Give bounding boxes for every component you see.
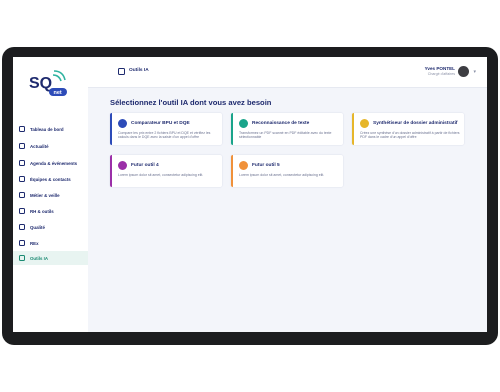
card-accent-bar bbox=[231, 113, 233, 145]
sidebar-item-rh[interactable]: RH & outils bbox=[13, 204, 88, 218]
sidebar-item-label: Agenda & événements bbox=[30, 160, 78, 166]
tool-card-reconnaissance[interactable]: Reconnaissance de texte Transformez un P… bbox=[231, 113, 343, 145]
user-name: Yves PONTEL bbox=[424, 66, 455, 71]
card-description: Transformez un PDF scanné en PDF éditabl… bbox=[239, 131, 332, 140]
sidebar-item-label: Actualité bbox=[30, 143, 49, 149]
card-accent-bar bbox=[110, 155, 112, 187]
quality-icon bbox=[19, 224, 25, 230]
card-description: Créez une synthèse d'un dossier administ… bbox=[360, 131, 460, 140]
sqnet-logo[interactable]: SQ net bbox=[25, 67, 71, 101]
main-content: Outils IA Yves PONTEL Chargé d'affaires … bbox=[88, 57, 487, 332]
sidebar-item-qualite[interactable]: Qualité bbox=[13, 220, 88, 234]
calendar-icon bbox=[19, 160, 25, 166]
text-recognition-icon bbox=[239, 119, 248, 128]
page-title: Outils IA bbox=[129, 68, 149, 73]
feedback-icon bbox=[19, 240, 25, 246]
sidebar-item-agenda[interactable]: Agenda & événements bbox=[13, 156, 88, 170]
news-icon bbox=[19, 143, 25, 149]
sidebar-item-label: Tableau de bord bbox=[30, 126, 64, 132]
dashboard-icon bbox=[19, 126, 25, 132]
future-tool-icon bbox=[118, 161, 127, 170]
tool-card-futur-4[interactable]: Futur outil 4 Lorem ipsum dolor sit amet… bbox=[110, 155, 222, 187]
team-icon bbox=[19, 176, 25, 182]
sidebar-item-equipes[interactable]: Équipes & contacts bbox=[13, 172, 88, 186]
card-description: Lorem ipsum dolor sit amet, consectetur … bbox=[239, 173, 325, 177]
sidebar-item-label: Qualité bbox=[30, 224, 45, 230]
svg-text:SQ: SQ bbox=[29, 75, 52, 92]
top-bar: Outils IA Yves PONTEL Chargé d'affaires … bbox=[88, 57, 487, 88]
document-summary-icon bbox=[360, 119, 369, 128]
sidebar-item-label: Métier & veille bbox=[30, 192, 60, 198]
card-description: Lorem ipsum dolor sit amet, consectetur … bbox=[118, 173, 204, 177]
sidebar-item-metier[interactable]: Métier & veille bbox=[13, 188, 88, 202]
card-accent-bar bbox=[110, 113, 112, 145]
future-tool-icon bbox=[239, 161, 248, 170]
compare-icon bbox=[118, 119, 127, 128]
briefcase-icon bbox=[19, 192, 25, 198]
tool-card-comparateur[interactable]: Comparateur BPU et DQE Compare les prix … bbox=[110, 113, 222, 145]
chevron-down-icon[interactable]: ▾ bbox=[473, 69, 476, 75]
app-screen: SQ net Tableau de bord Actualité Agenda … bbox=[13, 57, 487, 332]
ai-icon bbox=[118, 68, 125, 75]
card-title: Futur outil 4 bbox=[131, 163, 159, 168]
sidebar-item-label: RH & outils bbox=[30, 208, 54, 214]
sidebar: SQ net Tableau de bord Actualité Agenda … bbox=[13, 57, 88, 332]
sidebar-item-label: Outils IA bbox=[30, 255, 49, 261]
card-accent-bar bbox=[231, 155, 233, 187]
sidebar-item-rex[interactable]: REx bbox=[13, 236, 88, 250]
card-title: Futur outil 5 bbox=[252, 163, 280, 168]
tool-card-futur-5[interactable]: Futur outil 5 Lorem ipsum dolor sit amet… bbox=[231, 155, 343, 187]
avatar[interactable] bbox=[458, 66, 469, 77]
card-accent-bar bbox=[352, 113, 354, 145]
section-heading: Sélectionnez l'outil IA dont vous avez b… bbox=[110, 98, 272, 107]
card-title: Synthétiseur de dossier administratif bbox=[373, 121, 458, 126]
card-title: Reconnaissance de texte bbox=[252, 121, 310, 126]
sidebar-item-actualite[interactable]: Actualité bbox=[13, 139, 88, 153]
sidebar-item-outils-ia[interactable]: Outils IA bbox=[13, 251, 88, 265]
sidebar-item-label: REx bbox=[30, 240, 39, 246]
ai-icon bbox=[19, 255, 25, 261]
tools-icon bbox=[19, 208, 25, 214]
card-description: Compare les prix entre 2 fichiers BPU et… bbox=[118, 131, 211, 140]
sidebar-item-tableau-de-bord[interactable]: Tableau de bord bbox=[13, 122, 88, 136]
svg-text:net: net bbox=[54, 90, 62, 96]
card-title: Comparateur BPU et DQE bbox=[131, 121, 190, 126]
tool-card-synthetiseur[interactable]: Synthétiseur de dossier administratif Cr… bbox=[352, 113, 464, 145]
sidebar-item-label: Équipes & contacts bbox=[30, 176, 71, 182]
user-role: Chargé d'affaires bbox=[427, 72, 455, 76]
